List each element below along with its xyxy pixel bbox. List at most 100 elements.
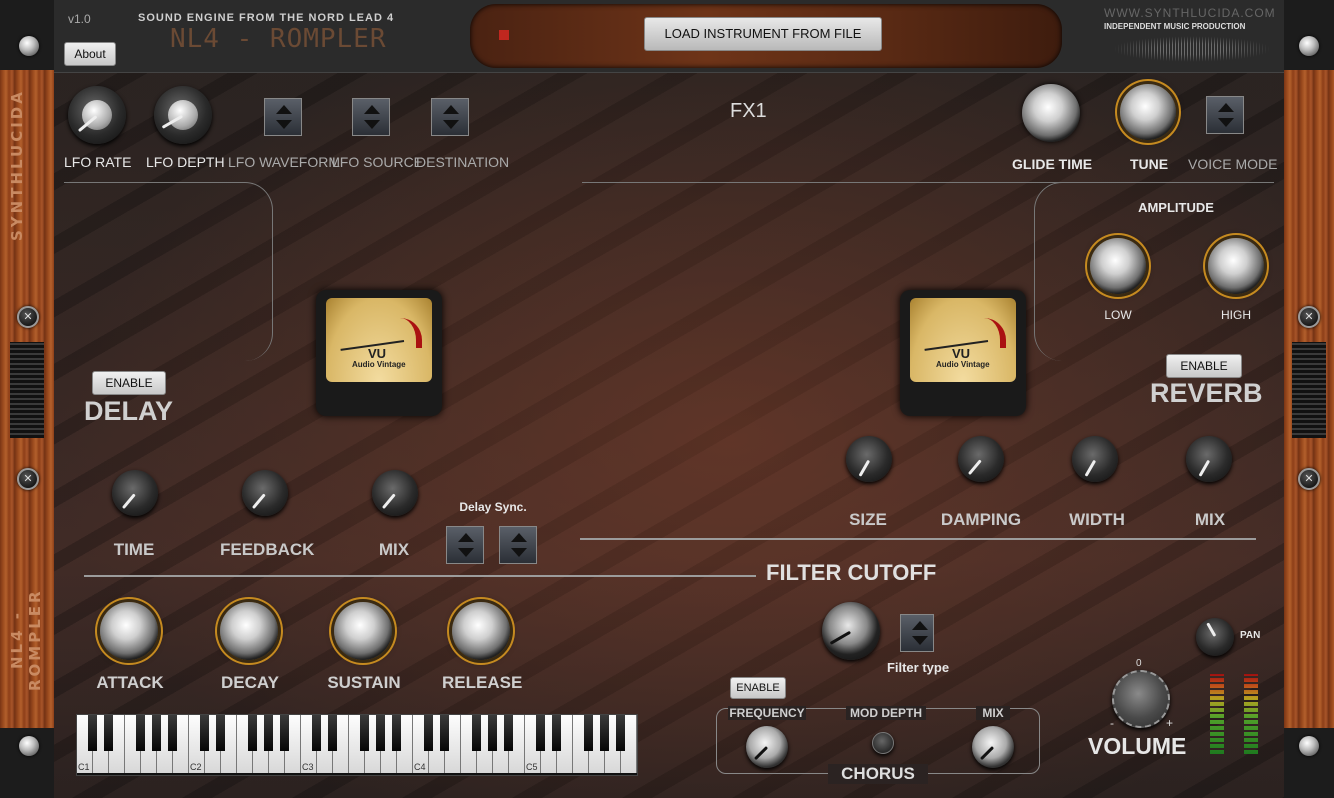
black-key[interactable] <box>552 715 561 751</box>
black-key[interactable] <box>600 715 609 751</box>
black-key[interactable] <box>504 715 513 751</box>
black-key[interactable] <box>536 715 545 751</box>
reverb-enable-button[interactable]: ENABLE <box>1166 354 1242 378</box>
attack-knob[interactable] <box>100 602 158 660</box>
volume-minus-mark: - <box>1110 716 1114 730</box>
pan-knob[interactable] <box>1196 618 1234 656</box>
delay-enable-button[interactable]: ENABLE <box>92 371 166 395</box>
black-key[interactable] <box>360 715 369 751</box>
delay-sync-selector-2[interactable] <box>499 526 537 564</box>
vu-label: VU <box>952 346 971 361</box>
black-key[interactable] <box>440 715 449 751</box>
chorus-enable-button[interactable]: ENABLE <box>730 677 786 699</box>
delay-title: DELAY <box>84 396 174 426</box>
delay-sync-selector-1[interactable] <box>446 526 484 564</box>
reverb-damping-knob[interactable] <box>958 436 1004 482</box>
octave-label: C1 <box>78 762 90 772</box>
black-key[interactable] <box>280 715 289 751</box>
speaker-grille <box>1292 342 1326 438</box>
delay-feedback-knob[interactable] <box>242 470 288 516</box>
chorus-frequency-knob[interactable] <box>746 726 788 768</box>
black-key[interactable] <box>216 715 225 751</box>
delay-mix-knob[interactable] <box>372 470 418 516</box>
black-key[interactable] <box>376 715 385 751</box>
reverb-size-label: SIZE <box>849 510 887 529</box>
black-key[interactable] <box>248 715 257 751</box>
reverb-size-knob[interactable] <box>846 436 892 482</box>
release-knob[interactable] <box>452 602 510 660</box>
volume-label: VOLUME <box>1088 733 1187 759</box>
lfo-source-selector[interactable] <box>352 98 390 136</box>
reverb-damping-label: DAMPING <box>940 510 1022 529</box>
screw-icon <box>19 736 39 756</box>
amp-high-knob[interactable] <box>1208 238 1264 294</box>
brand-url: WWW.SYNTHLUCIDA.COM <box>1104 6 1276 20</box>
tune-knob[interactable] <box>1120 84 1176 140</box>
filter-cutoff-title: FILTER CUTOFF <box>766 560 937 585</box>
lfo-waveform-label: LFO WAVEFORM <box>228 154 340 170</box>
octave-label: C3 <box>302 762 314 772</box>
amp-high-label: HIGH <box>1221 308 1251 322</box>
divider <box>580 538 1256 540</box>
black-key[interactable] <box>136 715 145 751</box>
reverb-width-label: WIDTH <box>1069 510 1125 529</box>
lfo-depth-knob[interactable] <box>154 86 212 144</box>
filter-type-label: Filter type <box>886 660 950 675</box>
black-key[interactable] <box>264 715 273 751</box>
lfo-rate-knob[interactable] <box>68 86 126 144</box>
side-brand-text: SYNTHLUCIDA <box>8 89 26 241</box>
level-meter-right <box>1244 674 1258 754</box>
volume-plus-mark: + <box>1166 716 1174 730</box>
black-key[interactable] <box>424 715 433 751</box>
volume-knob[interactable] <box>1112 670 1170 728</box>
black-key[interactable] <box>584 715 593 751</box>
glide-time-knob[interactable] <box>1022 84 1080 142</box>
right-wood-panel <box>1284 0 1334 798</box>
filter-type-selector[interactable] <box>900 614 934 652</box>
right-top-strip <box>1284 0 1334 70</box>
black-key[interactable] <box>488 715 497 751</box>
delay-mix-label: MIX <box>378 540 410 559</box>
reverb-mix-knob[interactable] <box>1186 436 1232 482</box>
black-key[interactable] <box>472 715 481 751</box>
delay-time-knob[interactable] <box>112 470 158 516</box>
screw-icon <box>1299 736 1319 756</box>
left-wood-panel: SYNTHLUCIDA NL4 - ROMPLER <box>0 0 54 798</box>
voice-mode-selector[interactable] <box>1206 96 1244 134</box>
screw-icon <box>1298 306 1320 328</box>
black-key[interactable] <box>104 715 113 751</box>
delay-feedback-label: FEEDBACK <box>220 540 315 559</box>
black-key[interactable] <box>392 715 401 751</box>
chorus-mod-depth-knob[interactable] <box>872 732 894 754</box>
voice-mode-label: VOICE MODE <box>1188 156 1278 172</box>
filter-cutoff-knob[interactable] <box>822 602 880 660</box>
reverb-mix-label: MIX <box>1194 510 1226 529</box>
black-key[interactable] <box>616 715 625 751</box>
screw-icon <box>1298 468 1320 490</box>
fx-title: FX1 <box>730 100 767 122</box>
speaker-grille <box>10 342 44 438</box>
waveform-icon <box>1112 36 1272 62</box>
black-key[interactable] <box>312 715 321 751</box>
load-instrument-button[interactable]: LOAD INSTRUMENT FROM FILE <box>644 17 882 51</box>
chorus-mix-knob[interactable] <box>972 726 1014 768</box>
product-name: NL4 - ROMPLER <box>170 24 387 54</box>
piano-keys[interactable]: C1 C2 C3 C4 C5 <box>76 714 637 774</box>
vu-brand: Audio Vintage <box>936 360 990 369</box>
black-key[interactable] <box>328 715 337 751</box>
delay-vu-meter: VU Audio Vintage <box>316 290 442 416</box>
reverb-width-knob[interactable] <box>1072 436 1118 482</box>
black-key[interactable] <box>88 715 97 751</box>
black-key[interactable] <box>152 715 161 751</box>
decay-knob[interactable] <box>220 602 278 660</box>
lfo-destination-selector[interactable] <box>431 98 469 136</box>
black-key[interactable] <box>168 715 177 751</box>
black-key[interactable] <box>200 715 209 751</box>
about-button[interactable]: About <box>64 42 116 66</box>
lfo-waveform-selector[interactable] <box>264 98 302 136</box>
amp-low-knob[interactable] <box>1090 238 1146 294</box>
vu-brand: Audio Vintage <box>352 360 406 369</box>
sustain-knob[interactable] <box>334 602 392 660</box>
reverb-vu-meter: VU Audio Vintage <box>900 290 1026 416</box>
delay-time-label: TIME <box>113 540 155 559</box>
